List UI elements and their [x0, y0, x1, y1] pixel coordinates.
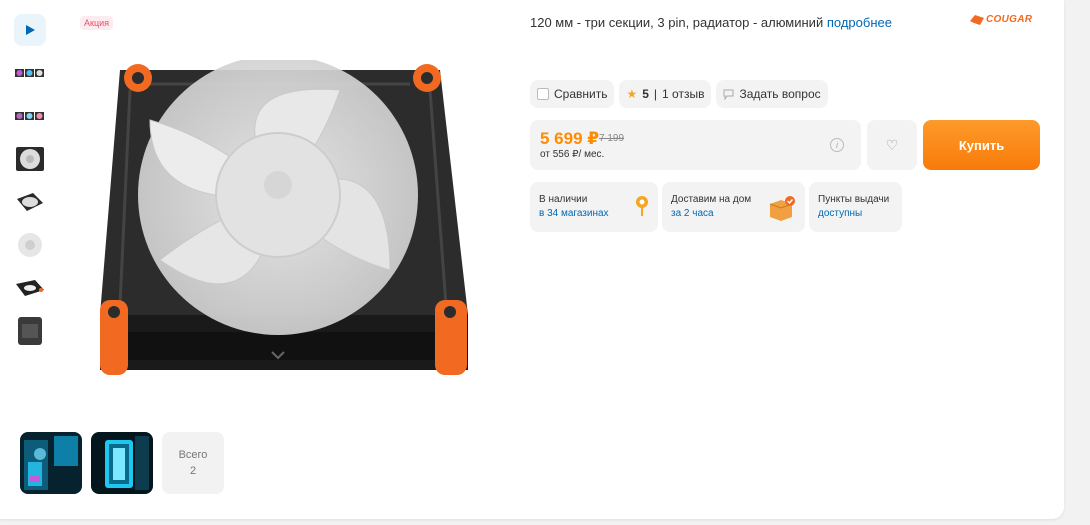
photos-total-label: Всего [178, 449, 208, 461]
user-photo[interactable] [20, 432, 82, 494]
fan-back-image [18, 317, 42, 345]
thumbnail-fan-blades[interactable] [14, 229, 46, 261]
thumbnail-fan-back[interactable] [14, 315, 46, 347]
rating-value: 5 [642, 87, 649, 101]
rating-separator: | [653, 87, 658, 101]
thumbnail-strip [14, 14, 46, 358]
thumbnail-fan-side[interactable] [14, 272, 46, 304]
fan-front-image [16, 147, 44, 171]
fan-pack-image [15, 69, 44, 77]
fan-pack-image [15, 112, 44, 120]
buy-button[interactable]: Купить [923, 120, 1040, 170]
more-link[interactable]: подробнее [827, 15, 892, 30]
product-card: Акция Всего 2 120 мм - три секции, 3 pin… [0, 0, 1064, 519]
delivery-info[interactable]: Доставим на дом за 2 часа [662, 182, 805, 232]
thumbnail-fan-pack[interactable] [14, 100, 46, 132]
user-photo[interactable] [91, 432, 153, 494]
video-thumbnail[interactable] [14, 14, 46, 46]
map-pin-icon [636, 196, 648, 216]
rating-button[interactable]: ★ 5 | 1 отзыв [619, 80, 712, 108]
photos-total[interactable]: Всего 2 [162, 432, 224, 494]
photos-total-count: 2 [189, 465, 197, 477]
promo-badge: Акция [80, 16, 113, 30]
fan-image [100, 55, 468, 375]
description-text: 120 мм - три секции, 3 pin, радиатор - а… [530, 15, 824, 30]
stock-title: В наличии [539, 194, 588, 205]
pickup-link[interactable]: доступны [818, 207, 893, 221]
compare-checkbox[interactable] [537, 88, 549, 100]
product-actions: Сравнить ★ 5 | 1 отзыв Задать вопрос [530, 80, 828, 108]
stock-info[interactable]: В наличии в 34 магазинах [530, 182, 658, 232]
reviews-count: 1 отзыв [662, 87, 705, 101]
thumbnail-fan-front[interactable] [14, 143, 46, 175]
compare-button[interactable]: Сравнить [530, 80, 615, 108]
thumbnail-fan-angle[interactable] [14, 186, 46, 218]
brand-name: COUGAR [986, 14, 1033, 25]
current-price: 5 699 ₽ [540, 129, 600, 148]
price-block: 5 699 ₽ 7 199 от 556 ₽/ мес. i [530, 120, 861, 170]
ask-question-label: Задать вопрос [739, 87, 821, 101]
info-icon[interactable]: i [830, 138, 844, 152]
pickup-info[interactable]: Пункты выдачи доступны [809, 182, 902, 232]
user-photo-image [20, 432, 82, 494]
favorite-button[interactable]: ♡ [867, 120, 917, 170]
cougar-head-icon [970, 14, 984, 25]
fan-angle-image [17, 193, 43, 211]
play-icon [26, 25, 35, 35]
brand-logo[interactable]: COUGAR [970, 14, 1032, 25]
product-description: 120 мм - три секции, 3 pin, радиатор - а… [530, 15, 892, 30]
thumbnail-fan-pack-rgb[interactable] [14, 57, 46, 89]
chat-bubble-icon [723, 89, 734, 100]
delivery-box-icon [769, 196, 795, 221]
compare-label: Сравнить [554, 87, 608, 101]
fan-side-image [16, 280, 44, 296]
stock-link[interactable]: в 34 магазинах [539, 207, 649, 221]
user-photo-image [91, 432, 153, 494]
user-photos: Всего 2 [20, 432, 224, 494]
pickup-title: Пункты выдачи [818, 194, 890, 205]
ask-question-button[interactable]: Задать вопрос [716, 80, 828, 108]
heart-icon: ♡ [885, 136, 899, 153]
main-product-image[interactable] [90, 55, 470, 380]
fan-blades-image [18, 233, 42, 257]
monthly-payment[interactable]: от 556 ₽/ мес. [540, 149, 604, 160]
old-price: 7 199 [599, 133, 625, 144]
star-icon: ★ [626, 87, 638, 101]
